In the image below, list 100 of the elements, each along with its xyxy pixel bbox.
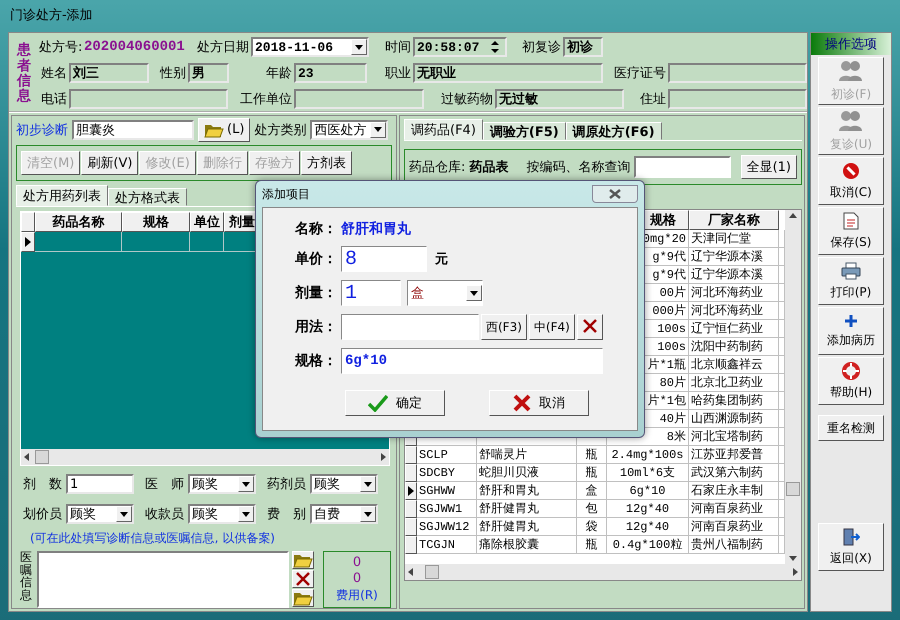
delete-button[interactable]: [292, 570, 314, 588]
text-field[interactable]: 无过敏: [495, 89, 624, 109]
field-value: 无职业: [417, 65, 457, 82]
date-dropdown[interactable]: 2018-11-06: [251, 37, 369, 57]
sidebar-button[interactable]: 添加病历: [818, 307, 884, 355]
text-field[interactable]: [668, 89, 807, 109]
scroll-up-icon[interactable]: [789, 213, 797, 218]
sidebar-button[interactable]: 保存(S): [818, 207, 884, 255]
price-field[interactable]: 8: [341, 246, 427, 272]
dropdown[interactable]: 西医处方: [310, 120, 388, 140]
field-value: 刘三: [73, 64, 100, 82]
tab[interactable]: 调验方(F5): [482, 122, 566, 140]
tab[interactable]: 调原处方(F6): [566, 122, 662, 140]
field-label: 工作单位: [239, 91, 293, 108]
table-cell: 北京顺鑫祥云: [689, 356, 779, 374]
clear-button[interactable]: [576, 314, 603, 340]
field-label: 剂 数: [22, 476, 63, 494]
fee-value: 0: [352, 571, 362, 586]
diagnosis-field[interactable]: 胆囊炎: [72, 120, 194, 140]
row-pointer-icon: [25, 237, 31, 248]
row-pointer-icon: [408, 486, 414, 496]
row-header[interactable]: [405, 536, 417, 554]
sidebar-button[interactable]: 取消(C): [818, 157, 884, 205]
dropdown[interactable]: 顾奖: [310, 474, 378, 494]
text-field[interactable]: 1: [66, 474, 134, 494]
sidebar-button[interactable]: 帮助(H): [818, 357, 884, 405]
dose-field[interactable]: 1: [341, 280, 401, 306]
spec-field[interactable]: 6g*10: [341, 348, 603, 374]
scroll-right-icon[interactable]: [381, 453, 386, 462]
table-cell: 盒: [577, 482, 607, 500]
dropdown[interactable]: 自费: [310, 504, 378, 524]
sidebar-button[interactable]: 打印(P): [818, 257, 884, 305]
field-label: 处方类别: [254, 122, 306, 139]
field-label: 规格：: [295, 352, 338, 370]
row-header[interactable]: [21, 232, 35, 252]
scroll-left-icon[interactable]: [408, 568, 413, 576]
field-label: 医嘱信息: [20, 551, 32, 604]
close-button[interactable]: [592, 185, 638, 203]
row-header[interactable]: [405, 500, 417, 518]
cancel-button[interactable]: 取消: [489, 390, 589, 416]
table-cell: 北京北卫药业: [689, 374, 779, 392]
text-field[interactable]: 初诊: [563, 37, 603, 57]
field-label: 单价：: [295, 250, 338, 268]
field-label: 划价员: [22, 506, 63, 524]
row-header[interactable]: [405, 518, 417, 536]
scroll-thumb[interactable]: [786, 482, 800, 496]
advice-text-area[interactable]: [37, 551, 289, 608]
tab[interactable]: 处方格式表: [108, 188, 187, 206]
field-label: 药剂员: [266, 476, 307, 494]
table-cell: 2.4mg*100s: [607, 446, 689, 464]
vertical-scrollbar[interactable]: [785, 210, 801, 564]
row-header[interactable]: [405, 446, 417, 464]
open-button[interactable]: [292, 589, 314, 608]
horizontal-scrollbar[interactable]: [21, 449, 389, 466]
unit-dropdown[interactable]: 盒: [407, 280, 483, 306]
open-button[interactable]: (L): [198, 118, 250, 142]
tab[interactable]: 处方用药列表: [16, 185, 108, 206]
field-value: 初诊: [567, 38, 594, 56]
text-field[interactable]: [668, 63, 807, 83]
search-field[interactable]: [634, 156, 731, 178]
show-all-button[interactable]: 全显(1): [740, 155, 797, 179]
hint-text: (可在此处填写诊断信息或医嘱信息, 以供备案): [30, 530, 276, 548]
text-field[interactable]: 无职业: [413, 63, 603, 83]
toolbar-button[interactable]: 方剂表: [300, 151, 352, 176]
text-field[interactable]: [294, 89, 424, 109]
table-cell: SGJWW12: [417, 518, 477, 536]
time-spinner[interactable]: 20:58:07: [413, 37, 507, 57]
field-label: 费 别: [266, 506, 307, 524]
usage-button[interactable]: 中(F4): [528, 314, 575, 340]
ok-button[interactable]: 确定: [345, 390, 445, 416]
check-icon: [368, 394, 388, 412]
text-field[interactable]: [69, 89, 228, 109]
fee-link[interactable]: 费用(R): [336, 587, 378, 604]
tab[interactable]: 调药品(F4): [404, 119, 483, 140]
scroll-thumb[interactable]: [35, 450, 49, 464]
field-label: 处方号:: [39, 39, 84, 56]
field-value: 23: [298, 66, 315, 80]
text-field[interactable]: 男: [188, 63, 229, 83]
dropdown[interactable]: 顾奖: [66, 504, 134, 524]
dropdown[interactable]: 顾奖: [188, 504, 256, 524]
scroll-down-icon[interactable]: [789, 556, 797, 561]
usage-button[interactable]: 西(F3): [481, 314, 527, 340]
open-button[interactable]: [292, 551, 314, 570]
sidebar-button[interactable]: 返回(X): [818, 523, 884, 571]
scroll-thumb[interactable]: [425, 565, 439, 579]
row-header[interactable]: [405, 482, 417, 500]
usage-field[interactable]: [341, 314, 479, 340]
table-cell: 瓶: [577, 446, 607, 464]
scroll-right-icon[interactable]: [793, 568, 798, 576]
text-field[interactable]: 23: [294, 63, 367, 83]
text-field[interactable]: 刘三: [69, 63, 149, 83]
toolbar-button[interactable]: 刷新(V): [81, 151, 138, 176]
sidebar-button[interactable]: 重名检测: [818, 415, 884, 441]
dialog-title: 添加项目: [262, 186, 310, 202]
row-header[interactable]: [405, 464, 417, 482]
table-cell: 沈阳中药制药: [689, 338, 779, 356]
scroll-left-icon[interactable]: [24, 453, 29, 462]
dropdown[interactable]: 顾奖: [188, 474, 256, 494]
table-cell: 天津同仁堂: [689, 230, 779, 248]
horizontal-scrollbar[interactable]: [405, 564, 801, 580]
